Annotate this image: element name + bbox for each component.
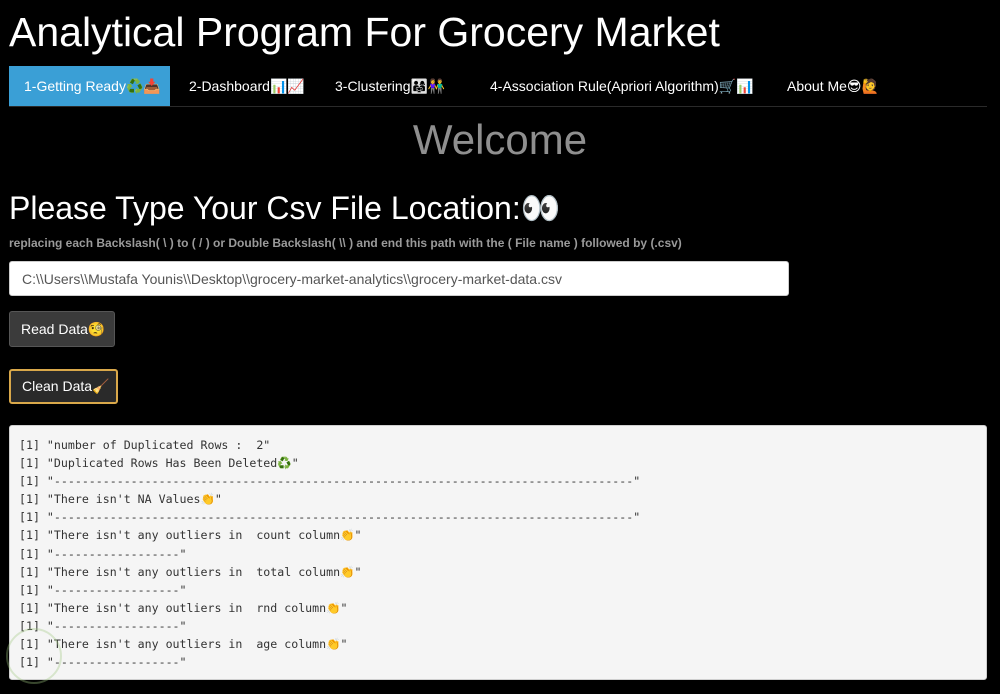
app-title: Analytical Program For Grocery Market	[9, 9, 720, 55]
path-hint-text: replacing each Backslash( \ ) to ( / ) o…	[9, 236, 682, 250]
console-output: [1] "number of Duplicated Rows : 2" [1] "…	[9, 425, 987, 680]
console-line: [1] "------------------"	[19, 582, 187, 597]
tab-dashboard[interactable]: 2-Dashboard📊📈	[170, 66, 316, 106]
console-line: [1] "-----------------------------------…	[19, 474, 641, 489]
console-line: [1] "There isn't any outliers in count c…	[19, 528, 362, 543]
console-line: [1] "There isn't any outliers in age col…	[19, 637, 348, 652]
clean-data-button[interactable]: Clean Data🧹	[9, 369, 118, 404]
tab-clustering[interactable]: 3-Clustering👨‍👩‍👧👫	[316, 66, 471, 106]
read-data-button[interactable]: Read Data🧐	[9, 311, 115, 347]
console-line: [1] "------------------"	[19, 618, 187, 633]
console-line: [1] "------------------"	[19, 546, 187, 561]
csv-location-heading: Please Type Your Csv File Location:👀	[9, 190, 561, 226]
console-line: [1] "-----------------------------------…	[19, 510, 641, 525]
app-root: Analytical Program For Grocery Market 1-…	[0, 0, 1000, 694]
tab-about-me[interactable]: About Me😎🙋	[767, 66, 887, 106]
console-line: [1] "There isn't any outliers in rnd col…	[19, 600, 348, 615]
welcome-heading: Welcome	[412, 116, 588, 163]
console-line: [1] "number of Duplicated Rows : 2"	[19, 438, 271, 452]
console-line: [1] "There isn't any outliers in total c…	[19, 564, 362, 579]
watermark-logo	[6, 628, 62, 684]
csv-path-input[interactable]	[9, 261, 789, 296]
console-line: [1] "There isn't NA Values👏"	[19, 492, 222, 507]
tab-getting-ready[interactable]: 1-Getting Ready♻️📥	[9, 66, 170, 106]
nav-tabs: 1-Getting Ready♻️📥 2-Dashboard📊📈 3-Clust…	[9, 66, 987, 107]
console-line: [1] "------------------"	[19, 655, 187, 670]
console-line: [1] "Duplicated Rows Has Been Deleted♻️"	[19, 456, 299, 471]
tab-association-rule[interactable]: 4-Association Rule(Apriori Algorithm)🛒📊	[471, 66, 767, 106]
